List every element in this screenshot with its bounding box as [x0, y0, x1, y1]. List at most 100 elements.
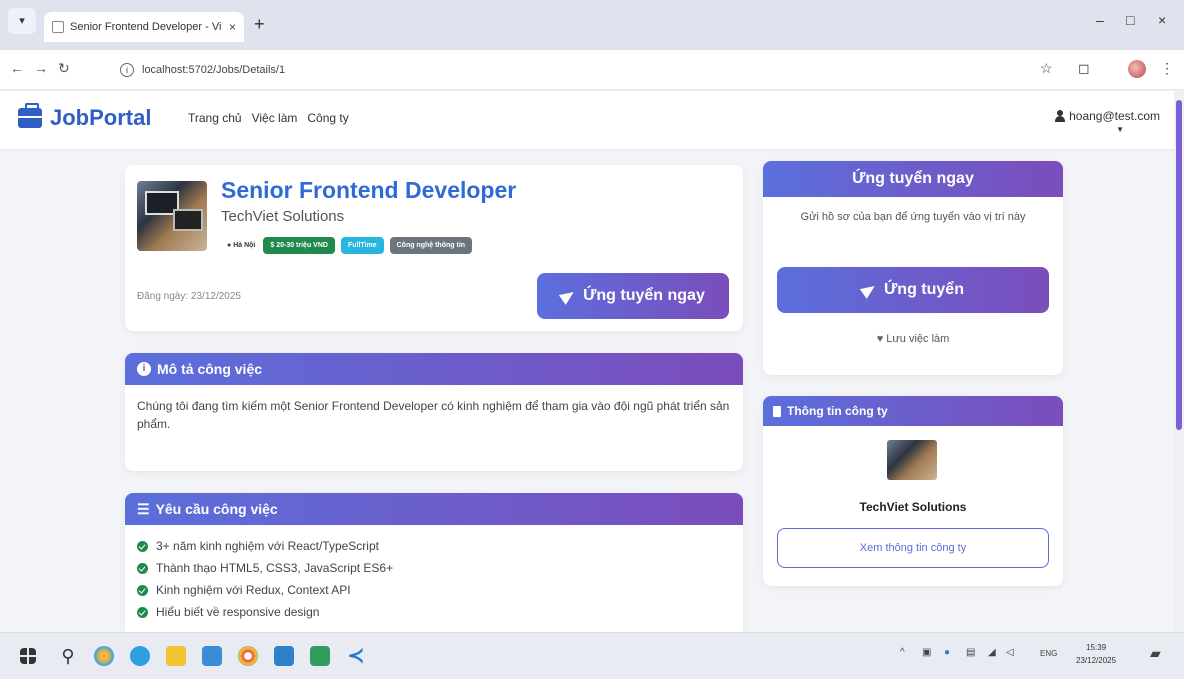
- check-circle-icon: [137, 584, 148, 596]
- job-description-card: i Mô tả công việc Chúng tôi đang tìm kiế…: [125, 353, 743, 471]
- job-type-badge: FullTime: [340, 237, 384, 254]
- company-info-panel: Thông tin công ty TechViet Solutions Xem…: [763, 396, 1063, 586]
- save-job-link[interactable]: ♥ Lưu việc làm: [763, 333, 1063, 345]
- back-icon[interactable]: ←: [10, 60, 24, 76]
- app-icon[interactable]: [310, 646, 330, 666]
- wifi-icon[interactable]: ◢: [988, 647, 996, 658]
- brand-logo[interactable]: JobPortal: [18, 103, 152, 131]
- salary-badge: $ 20-30 triệu VND: [263, 237, 335, 254]
- page-scrollbar-thumb[interactable]: [1176, 100, 1182, 430]
- paper-plane-icon: [558, 287, 578, 305]
- chevron-up-icon[interactable]: ^: [900, 647, 905, 658]
- app-icon[interactable]: [94, 646, 114, 666]
- browser-menu-icon[interactable]: ⋮: [1160, 60, 1174, 77]
- job-summary-card: Senior Frontend Developer TechViet Solut…: [125, 165, 743, 331]
- user-email: hoang@test.com: [1069, 109, 1160, 123]
- teams-icon[interactable]: [130, 646, 150, 666]
- profile-avatar[interactable]: [1128, 60, 1146, 78]
- bookmark-star-icon[interactable]: ☆: [1040, 60, 1053, 77]
- browser-tabstrip: ▾ Senior Frontend Developer - Vi × + – □…: [0, 0, 1184, 50]
- heart-icon: ♥: [876, 333, 884, 345]
- clock-date: 23/12/2025: [1076, 656, 1117, 665]
- requirements-heading: Yêu cầu công việc: [155, 501, 278, 517]
- description-heading: Mô tả công việc: [157, 361, 263, 377]
- company-name: TechViet Solutions: [221, 208, 345, 225]
- nav-home[interactable]: Trang chủ: [188, 111, 242, 125]
- address-bar-row: ← → ↻ i localhost:5702/Jobs/Details/1 ☆ …: [0, 50, 1184, 90]
- check-circle-icon: [137, 562, 148, 574]
- window-close-button[interactable]: ×: [1158, 12, 1166, 28]
- nav-jobs[interactable]: Việc làm: [252, 111, 298, 125]
- taskbar: ⚲ ≺ ^ ▣ ● ▤ ◢ ◁ ENG 15:39 23/12/2025 ▰: [0, 632, 1184, 679]
- cloud-icon[interactable]: ●: [944, 647, 950, 658]
- extensions-icon[interactable]: ◻: [1078, 60, 1090, 77]
- user-menu[interactable]: hoang@test.com: [1055, 109, 1160, 123]
- user-icon: [1055, 110, 1066, 122]
- briefcase-icon: [18, 103, 42, 128]
- list-check-icon: ☰: [137, 500, 150, 517]
- vscode-icon[interactable]: ≺: [346, 646, 366, 666]
- job-requirements-card: ☰ Yêu cầu công việc 3+ năm kinh nghiệm v…: [125, 493, 743, 638]
- list-item: Kinh nghiệm với Redux, Context API: [137, 579, 731, 601]
- company-logo-small: [887, 440, 937, 480]
- minimize-button[interactable]: –: [1096, 12, 1104, 28]
- tab-title: Senior Frontend Developer - Vi: [70, 21, 222, 33]
- posted-date: Đăng ngày: 23/12/2025: [137, 291, 241, 302]
- new-tab-button[interactable]: +: [254, 14, 265, 35]
- check-circle-icon: [137, 540, 148, 552]
- language-indicator[interactable]: ENG: [1040, 649, 1057, 658]
- brand-name: JobPortal: [50, 105, 152, 130]
- site-header: JobPortal Trang chủ Việc làm Công ty hoa…: [0, 91, 1184, 149]
- search-icon[interactable]: ⚲: [58, 646, 78, 666]
- apply-button-label: Ứng tuyển: [884, 281, 964, 298]
- main-nav: Trang chủ Việc làm Công ty: [188, 111, 349, 125]
- requirements-list: 3+ năm kinh nghiệm với React/TypeScript …: [125, 525, 743, 633]
- browser-tab[interactable]: Senior Frontend Developer - Vi ×: [44, 12, 244, 42]
- location-badge: ● Hà Nội: [227, 242, 256, 249]
- apply-now-label: Ứng tuyển ngay: [583, 287, 705, 304]
- nav-companies[interactable]: Công ty: [307, 111, 348, 125]
- apply-panel-text: Gửi hồ sơ của bạn để ứng tuyển vào vị tr…: [800, 211, 1026, 223]
- job-badges: ● Hà Nội $ 20-30 triệu VND FullTime Công…: [225, 237, 473, 254]
- apply-button[interactable]: Ứng tuyển: [777, 267, 1049, 313]
- maximize-button[interactable]: □: [1126, 12, 1134, 28]
- save-job-label: Lưu việc làm: [886, 333, 950, 345]
- building-icon: [773, 405, 781, 417]
- start-icon[interactable]: [20, 648, 36, 664]
- apply-panel: Ứng tuyển ngay Gửi hồ sơ của bạn để ứng …: [763, 161, 1063, 375]
- clock-time: 15:39: [1086, 643, 1107, 652]
- tray-icon[interactable]: ▤: [966, 647, 975, 658]
- app-icon[interactable]: [202, 646, 222, 666]
- tab-close-button[interactable]: ×: [229, 20, 236, 34]
- app-icon[interactable]: [274, 646, 294, 666]
- apply-panel-heading: Ứng tuyển ngay: [763, 161, 1063, 197]
- forward-icon[interactable]: →: [34, 60, 48, 76]
- url-text: localhost:5702/Jobs/Details/1: [142, 64, 286, 76]
- company-panel-name: TechViet Solutions: [859, 500, 967, 514]
- list-item: Hiểu biết về responsive design: [137, 601, 731, 623]
- company-logo: [137, 181, 207, 251]
- list-item: Thành thạo HTML5, CSS3, JavaScript ES6+: [137, 557, 731, 579]
- tab-search-button[interactable]: ▾: [8, 8, 36, 34]
- volume-icon[interactable]: ◁: [1006, 647, 1014, 658]
- view-company-button[interactable]: Xem thông tin công ty: [777, 528, 1049, 568]
- tray-icon[interactable]: ▣: [922, 647, 931, 658]
- page-icon: [52, 21, 64, 33]
- company-panel-heading: Thông tin công ty: [787, 404, 888, 418]
- chrome-icon[interactable]: [238, 646, 258, 666]
- requirements-header: ☰ Yêu cầu công việc: [125, 493, 743, 525]
- description-header: i Mô tả công việc: [125, 353, 743, 385]
- info-icon: i: [137, 362, 151, 376]
- company-panel-header: Thông tin công ty: [763, 396, 1063, 426]
- description-text: Chúng tôi đang tìm kiếm một Senior Front…: [137, 399, 730, 431]
- file-explorer-icon[interactable]: [166, 646, 186, 666]
- caret-down-icon[interactable]: ▼: [1116, 125, 1124, 134]
- check-circle-icon: [137, 606, 148, 618]
- job-title: Senior Frontend Developer: [221, 177, 517, 203]
- apply-now-button[interactable]: Ứng tuyển ngay: [537, 273, 729, 319]
- reload-icon[interactable]: ↻: [58, 60, 70, 77]
- url-field[interactable]: i localhost:5702/Jobs/Details/1: [110, 56, 1010, 84]
- site-info-icon[interactable]: i: [120, 63, 134, 77]
- clock[interactable]: 15:39 23/12/2025: [1076, 641, 1116, 667]
- notification-icon[interactable]: ▰: [1150, 645, 1161, 662]
